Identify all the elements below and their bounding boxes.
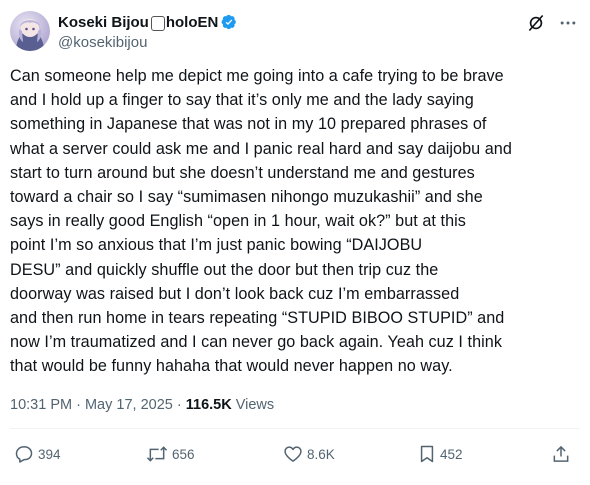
avatar-image bbox=[16, 19, 44, 51]
meta-separator: · bbox=[72, 397, 85, 413]
like-button[interactable]: 8.6K bbox=[283, 444, 335, 464]
tweet-text: Can someone help me depict me going into… bbox=[10, 67, 512, 376]
bookmark-button[interactable]: 452 bbox=[418, 444, 463, 464]
meta-separator: · bbox=[172, 397, 186, 413]
share-button[interactable] bbox=[551, 444, 571, 464]
author-names: Koseki Bijou holoEN @kosekibijou bbox=[58, 12, 237, 51]
reply-button[interactable]: 394 bbox=[14, 444, 61, 464]
tweet-top-actions bbox=[526, 13, 578, 33]
author-display-name[interactable]: Koseki Bijou bbox=[58, 14, 149, 31]
repost-button[interactable]: 656 bbox=[146, 444, 195, 464]
author-handle[interactable]: @kosekibijou bbox=[58, 34, 237, 51]
grok-icon[interactable] bbox=[526, 13, 546, 33]
bookmark-count: 452 bbox=[440, 446, 463, 462]
tweet-date[interactable]: May 17, 2025 bbox=[85, 397, 173, 413]
tweet-meta: 10:31 PM · May 17, 2025 · 116.5K Views bbox=[10, 397, 274, 413]
bookmark-icon bbox=[420, 445, 434, 463]
emoji-icon bbox=[150, 15, 165, 31]
repost-count: 656 bbox=[172, 446, 195, 462]
avatar[interactable] bbox=[10, 11, 50, 51]
more-icon[interactable] bbox=[558, 13, 578, 33]
tweet-header: Koseki Bijou holoEN @kosekibijou bbox=[10, 11, 580, 53]
author-display-name-suffix[interactable]: holoEN bbox=[166, 14, 219, 31]
like-icon bbox=[284, 446, 302, 462]
verified-badge-icon bbox=[221, 14, 237, 30]
reply-icon bbox=[15, 446, 33, 463]
divider bbox=[10, 428, 580, 429]
views-count: 116.5K bbox=[185, 397, 232, 413]
author-name-row[interactable]: Koseki Bijou holoEN bbox=[58, 12, 237, 32]
repost-icon bbox=[146, 446, 168, 462]
views-label: Views bbox=[235, 397, 275, 413]
like-count: 8.6K bbox=[307, 446, 335, 462]
reply-count: 394 bbox=[38, 446, 61, 462]
tweet-time[interactable]: 10:31 PM bbox=[10, 397, 72, 413]
share-icon bbox=[553, 445, 569, 462]
